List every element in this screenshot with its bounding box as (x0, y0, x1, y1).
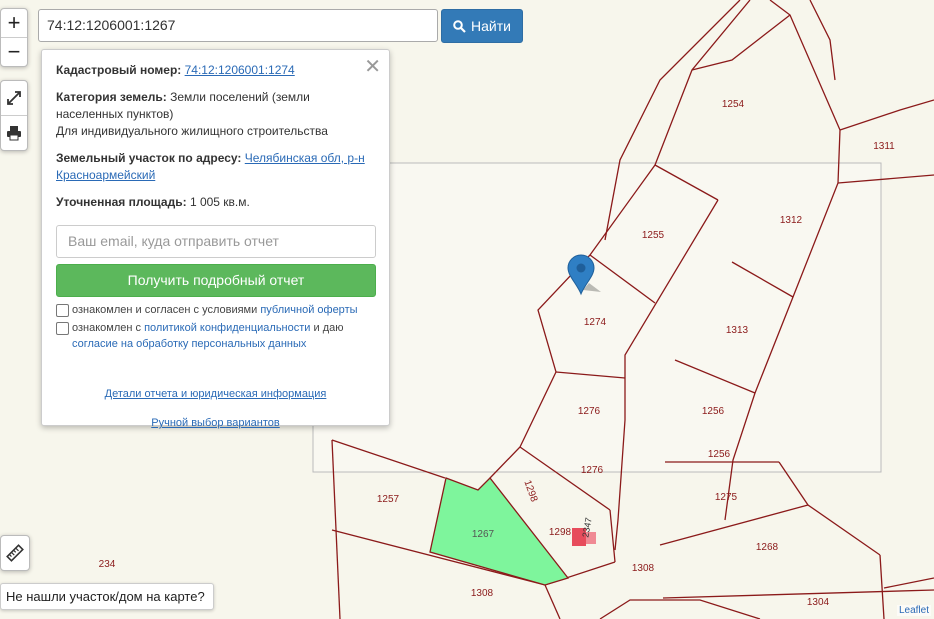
parcel-label: 1275 (715, 492, 738, 503)
consent-link[interactable]: согласие на обработку персональных данны… (72, 338, 306, 350)
offer-checkbox-row[interactable]: ознакомлен и согласен с условиями публич… (56, 302, 375, 318)
privacy-link[interactable]: политикой конфиденциальности (144, 322, 310, 334)
parcel-label: 1304 (807, 597, 830, 608)
parcel-label: 1312 (780, 215, 803, 226)
cadastral-label: Кадастровый номер: (56, 63, 182, 77)
privacy-checkbox-row[interactable]: ознакомлен с политикой конфиденциальност… (56, 320, 375, 352)
parcel-label: 1308 (471, 588, 494, 599)
parcel-label: 1255 (642, 230, 665, 241)
email-field[interactable]: Ваш email, куда отправить отчет (56, 225, 376, 258)
area-row: Уточненная площадь: 1 005 кв.м. (56, 194, 375, 211)
parcel-label: 1276 (578, 406, 601, 417)
cadastral-row: Кадастровый номер: 74:12:1206001:1274 (56, 62, 375, 79)
usage-value: Для индивидуального жилищного строительс… (56, 124, 328, 138)
category-label: Категория земель: (56, 90, 167, 104)
search-input[interactable]: 74:12:1206001:1267 (38, 9, 438, 42)
find-button-label: Найти (471, 18, 511, 34)
leaflet-attribution[interactable]: Leaflet (896, 605, 931, 616)
offer-checkbox[interactable] (56, 304, 69, 317)
print-button[interactable] (1, 115, 27, 150)
parcel-label: 1298 (521, 479, 539, 504)
report-details-link[interactable]: Детали отчета и юридическая информация (56, 388, 375, 400)
not-found-button[interactable]: Не нашли участок/дом на карте? (0, 583, 214, 610)
category-row: Категория земель: Земли поселений (земли… (56, 89, 375, 140)
find-button[interactable]: Найти (441, 9, 523, 43)
fullscreen-button[interactable] (1, 81, 27, 115)
offer-text: ознакомлен и согласен с условиями (72, 304, 258, 316)
address-row: Земельный участок по адресу: Челябинская… (56, 150, 375, 184)
parcel-label: 1308 (632, 563, 655, 574)
area-label: Уточненная площадь: (56, 195, 187, 209)
parcel-label: 1256 (702, 406, 725, 417)
parcel-label: 1311 (873, 141, 895, 152)
privacy-checkbox[interactable] (56, 322, 69, 335)
parcel-label: 1257 (377, 494, 400, 505)
parcel-label: 1254 (722, 99, 745, 110)
zoom-in-button[interactable]: + (1, 9, 27, 37)
zoom-control: + − (0, 8, 28, 67)
area-value: 1 005 кв.м. (189, 195, 250, 209)
offer-link[interactable]: публичной оферты (260, 304, 357, 316)
fullscreen-icon (7, 91, 21, 105)
parcel-label: 234 (99, 559, 116, 570)
parcel-info-popup: ✕ Кадастровый номер: 74:12:1206001:1274 … (41, 49, 390, 429)
parcel-label: 1274 (584, 317, 607, 328)
parcel-label: 1313 (726, 325, 749, 336)
ruler-button[interactable] (0, 535, 30, 571)
privacy-mid-text: и даю (313, 322, 344, 334)
parcel-label: 1268 (756, 542, 779, 553)
print-icon (7, 126, 21, 141)
cadastral-link[interactable]: 74:12:1206001:1274 (185, 63, 295, 77)
parcel-label: 1298 (549, 527, 572, 538)
search-icon (453, 19, 466, 33)
privacy-text: ознакомлен с (72, 322, 142, 334)
manual-selection-link[interactable]: Ручной выбор вариантов (56, 417, 375, 429)
get-report-button[interactable]: Получить подробный отчет (56, 264, 376, 297)
selected-parcel-1267[interactable] (429, 477, 570, 586)
map-tools (0, 80, 28, 151)
parcel-label: 1267 (472, 529, 495, 540)
ruler-icon (6, 544, 24, 562)
address-label: Земельный участок по адресу: (56, 151, 242, 165)
parcel-label: 1256 (708, 449, 731, 460)
parcel-label: 1276 (581, 465, 604, 476)
zoom-out-button[interactable]: − (1, 37, 27, 66)
close-icon[interactable]: ✕ (364, 54, 381, 79)
